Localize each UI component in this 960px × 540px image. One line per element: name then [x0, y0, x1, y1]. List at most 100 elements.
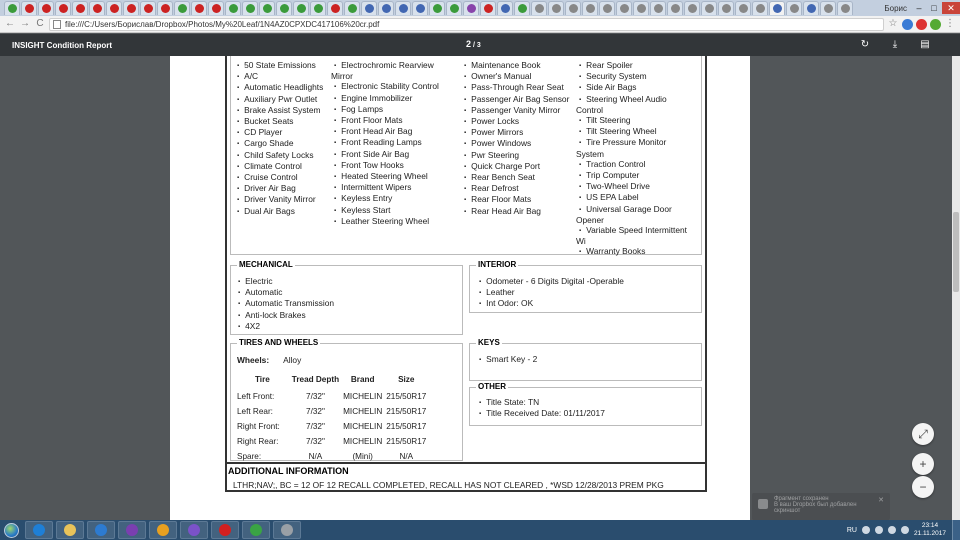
fit-page-button[interactable]: ⤢ [912, 423, 934, 445]
browser-tab[interactable] [378, 1, 394, 15]
rotate-icon[interactable]: ↻ [858, 38, 872, 52]
vertical-scrollbar[interactable] [952, 56, 960, 520]
download-icon[interactable]: ⤓ [888, 38, 902, 52]
adblock-icon[interactable] [916, 18, 927, 30]
browser-tab[interactable] [701, 1, 717, 15]
browser-tab[interactable] [72, 1, 88, 15]
table-cell: MICHELIN [343, 437, 383, 446]
taskbar-app-button[interactable] [242, 521, 270, 539]
close-window-button[interactable]: ✕ [942, 2, 960, 14]
volume-icon[interactable] [900, 526, 909, 534]
browser-tab[interactable] [123, 1, 139, 15]
profile-name[interactable]: Борис [880, 4, 911, 13]
menu-icon[interactable]: ⋮ [944, 18, 956, 30]
feature-item: Keyless Start [331, 205, 443, 216]
browser-tab[interactable] [803, 1, 819, 15]
browser-tab[interactable] [582, 1, 598, 15]
browser-tab[interactable] [752, 1, 768, 15]
browser-tab[interactable] [412, 1, 428, 15]
browser-tab[interactable] [225, 1, 241, 15]
browser-tab[interactable] [4, 1, 20, 15]
browser-tab[interactable] [140, 1, 156, 15]
bookmark-star-icon[interactable]: ☆ [887, 18, 899, 30]
help-icon[interactable] [861, 526, 870, 534]
browser-tab[interactable] [820, 1, 836, 15]
dropbox-tray-icon[interactable] [874, 526, 883, 534]
browser-tab[interactable] [497, 1, 513, 15]
url-input[interactable]: file:///C:/Users/Борислав/Dropbox/Photos… [49, 17, 884, 31]
close-icon[interactable]: ✕ [878, 496, 884, 504]
browser-tab[interactable] [599, 1, 615, 15]
browser-tab[interactable] [242, 1, 258, 15]
browser-tab[interactable] [718, 1, 734, 15]
extension-icon[interactable] [902, 18, 913, 30]
browser-tab[interactable] [208, 1, 224, 15]
browser-tab[interactable] [837, 1, 853, 15]
taskbar-app-button[interactable] [25, 521, 53, 539]
taskbar-app-button[interactable] [211, 521, 239, 539]
browser-tab[interactable] [429, 1, 445, 15]
browser-tab[interactable] [446, 1, 462, 15]
extension-icon[interactable] [930, 18, 941, 30]
taskbar-app-button[interactable] [56, 521, 84, 539]
browser-tab[interactable] [565, 1, 581, 15]
browser-tab[interactable] [106, 1, 122, 15]
browser-tab[interactable] [667, 1, 683, 15]
reload-button[interactable]: C [34, 18, 46, 30]
app-icon [281, 524, 293, 536]
forward-button[interactable]: → [19, 18, 31, 30]
language-indicator[interactable]: RU [847, 527, 857, 534]
browser-tab[interactable] [174, 1, 190, 15]
browser-tab[interactable] [548, 1, 564, 15]
keys-list: Smart Key - 2 [476, 354, 537, 365]
browser-tab[interactable] [480, 1, 496, 15]
show-desktop-button[interactable] [952, 520, 960, 540]
list-item: 4X2 [235, 321, 334, 332]
browser-tab[interactable] [21, 1, 37, 15]
browser-tab[interactable] [293, 1, 309, 15]
start-button[interactable] [0, 521, 22, 539]
browser-tab[interactable] [650, 1, 666, 15]
zoom-out-button[interactable]: − [912, 476, 934, 498]
taskbar-app-button[interactable] [149, 521, 177, 539]
browser-tab[interactable] [786, 1, 802, 15]
browser-tab[interactable] [38, 1, 54, 15]
dropbox-notification[interactable]: ✕ Фрагмент сохранен В ваш Dropbox был до… [752, 493, 890, 520]
list-item: Leather [476, 287, 624, 298]
scrollbar-thumb[interactable] [953, 212, 959, 292]
browser-tab[interactable] [633, 1, 649, 15]
browser-tab[interactable] [276, 1, 292, 15]
feature-item: Rear Floor Mats [461, 194, 571, 205]
minimize-button[interactable]: – [912, 2, 926, 14]
feature-item: Tilt Steering Wheel [576, 126, 694, 137]
browser-tab[interactable] [89, 1, 105, 15]
browser-tab[interactable] [514, 1, 530, 15]
taskbar-app-button[interactable] [118, 521, 146, 539]
clock[interactable]: 23:14 21.11.2017 [914, 522, 946, 538]
browser-tab[interactable] [361, 1, 377, 15]
browser-tab[interactable] [616, 1, 632, 15]
browser-tab[interactable] [191, 1, 207, 15]
taskbar-app-button[interactable] [180, 521, 208, 539]
maximize-button[interactable]: □ [927, 2, 941, 14]
network-icon[interactable] [887, 526, 896, 534]
browser-tab[interactable] [395, 1, 411, 15]
print-icon[interactable]: ▤ [918, 38, 932, 52]
browser-tab[interactable] [769, 1, 785, 15]
browser-tab[interactable] [344, 1, 360, 15]
app-icon [33, 524, 45, 536]
browser-tab[interactable] [327, 1, 343, 15]
zoom-in-button[interactable]: + [912, 453, 934, 475]
taskbar-app-button[interactable] [87, 521, 115, 539]
browser-tab[interactable] [310, 1, 326, 15]
browser-tab[interactable] [463, 1, 479, 15]
browser-tab[interactable] [531, 1, 547, 15]
browser-tab[interactable] [55, 1, 71, 15]
pdf-viewport[interactable]: 50 State EmissionsA/CAutomatic Headlight… [0, 56, 960, 520]
browser-tab[interactable] [259, 1, 275, 15]
browser-tab[interactable] [684, 1, 700, 15]
browser-tab[interactable] [735, 1, 751, 15]
back-button[interactable]: ← [4, 18, 16, 30]
taskbar-app-button[interactable] [273, 521, 301, 539]
browser-tab[interactable] [157, 1, 173, 15]
